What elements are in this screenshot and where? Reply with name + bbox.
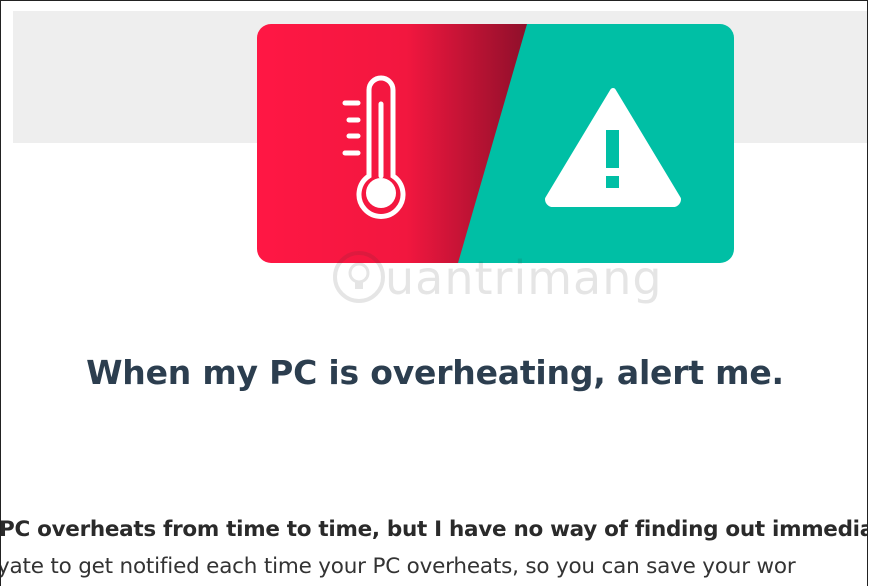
watermark-text: uantrimang — [385, 251, 663, 305]
page-frame: uantrimang When my PC is overheating, al… — [0, 0, 868, 586]
page-headline: When my PC is overheating, alert me. — [86, 353, 784, 392]
hero-card — [257, 24, 734, 263]
body-text-line-1: PC overheats from time to time, but I ha… — [0, 517, 868, 542]
body-text-line-2: yate to get notified each time your PC o… — [0, 554, 796, 579]
watermark: uantrimang — [331, 241, 663, 321]
lightbulb-icon — [333, 251, 385, 303]
